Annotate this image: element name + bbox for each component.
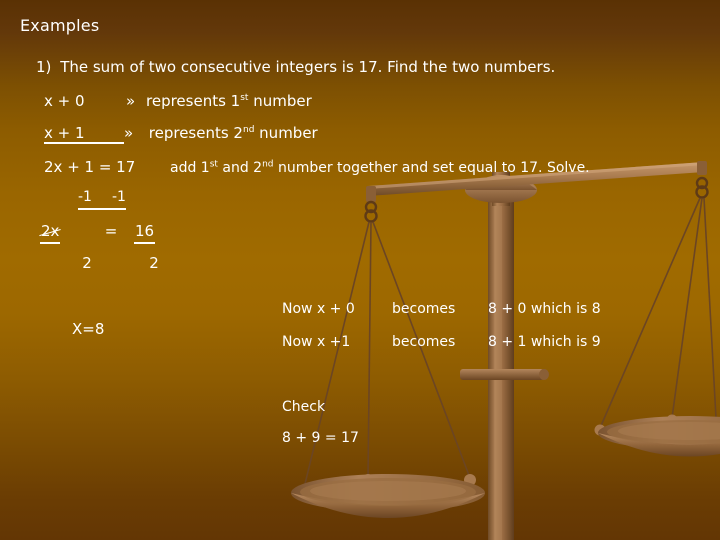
main-equation: 2x + 1 = 17 — [44, 158, 136, 176]
second-number-description-pre: represents 2 — [144, 124, 243, 142]
solution-answer: X=8 — [72, 320, 105, 338]
division-denominator-row: 22 — [40, 254, 174, 272]
division-equals-sign: = — [104, 222, 118, 240]
subtraction-step: -1 -1 — [78, 189, 126, 210]
equation-note-mid: and 2 — [217, 160, 263, 176]
substitution-expression: Now x + 0 — [282, 301, 355, 317]
equation-note-post: number together and set equal to 17. Sol… — [273, 160, 590, 176]
guillemet-icon: » — [124, 124, 134, 142]
equation-note-pre: add 1 — [170, 160, 210, 176]
first-number-description-pre: represents 1 — [146, 92, 241, 110]
first-number-expression: x + 0 — [44, 92, 85, 110]
first-number-description-post: number — [248, 92, 312, 110]
problem-text: The sum of two consecutive integers is 1… — [60, 58, 556, 76]
second-number-ordinal-suffix: nd — [242, 125, 255, 135]
subtract-left-term: -1 — [78, 189, 92, 205]
equation-note: add 1st and 2nd number together and set … — [170, 160, 590, 176]
division-numerator-left: 2x — [40, 222, 61, 244]
division-numerator-right: 16 — [134, 222, 156, 244]
equation-note-ordinal-second: nd — [262, 159, 274, 170]
substitution-row-first: Now x + 0 becomes 8 + 0 which is 8 — [282, 301, 601, 317]
substitution-row-second: Now x +1 becomes 8 + 1 which is 9 — [282, 334, 601, 350]
second-number-description-post: number — [254, 124, 318, 142]
substitution-result: 8 + 0 which is 8 — [488, 301, 601, 317]
problem-statement: 1) The sum of two consecutive integers i… — [36, 60, 555, 75]
subtract-right-term: -1 — [112, 189, 126, 205]
substitution-expression: Now x +1 — [282, 334, 351, 350]
setup-line-first-number: x + 0» represents 1st number — [44, 94, 312, 109]
slide-canvas: Examples 1) The sum of two consecutive i… — [0, 0, 720, 540]
substitution-verb: becomes — [392, 301, 456, 317]
setup-line-second-number: x + 1» represents 2nd number — [44, 126, 318, 144]
page-title: Examples — [20, 16, 100, 35]
problem-number: 1) — [36, 58, 52, 76]
division-numerator-row: 2x = 16 — [40, 222, 156, 244]
division-denominator-right: 2 — [149, 254, 159, 272]
equation-note-ordinal-first: st — [209, 159, 218, 170]
check-label: Check — [282, 399, 326, 415]
check-equation: 8 + 9 = 17 — [282, 430, 359, 446]
guillemet-icon: » — [126, 92, 136, 110]
substitution-result: 8 + 1 which is 9 — [488, 334, 601, 350]
division-denominator-left: 2 — [82, 254, 92, 272]
substitution-verb: becomes — [392, 334, 456, 350]
second-number-expression: x + 1 — [44, 126, 124, 144]
